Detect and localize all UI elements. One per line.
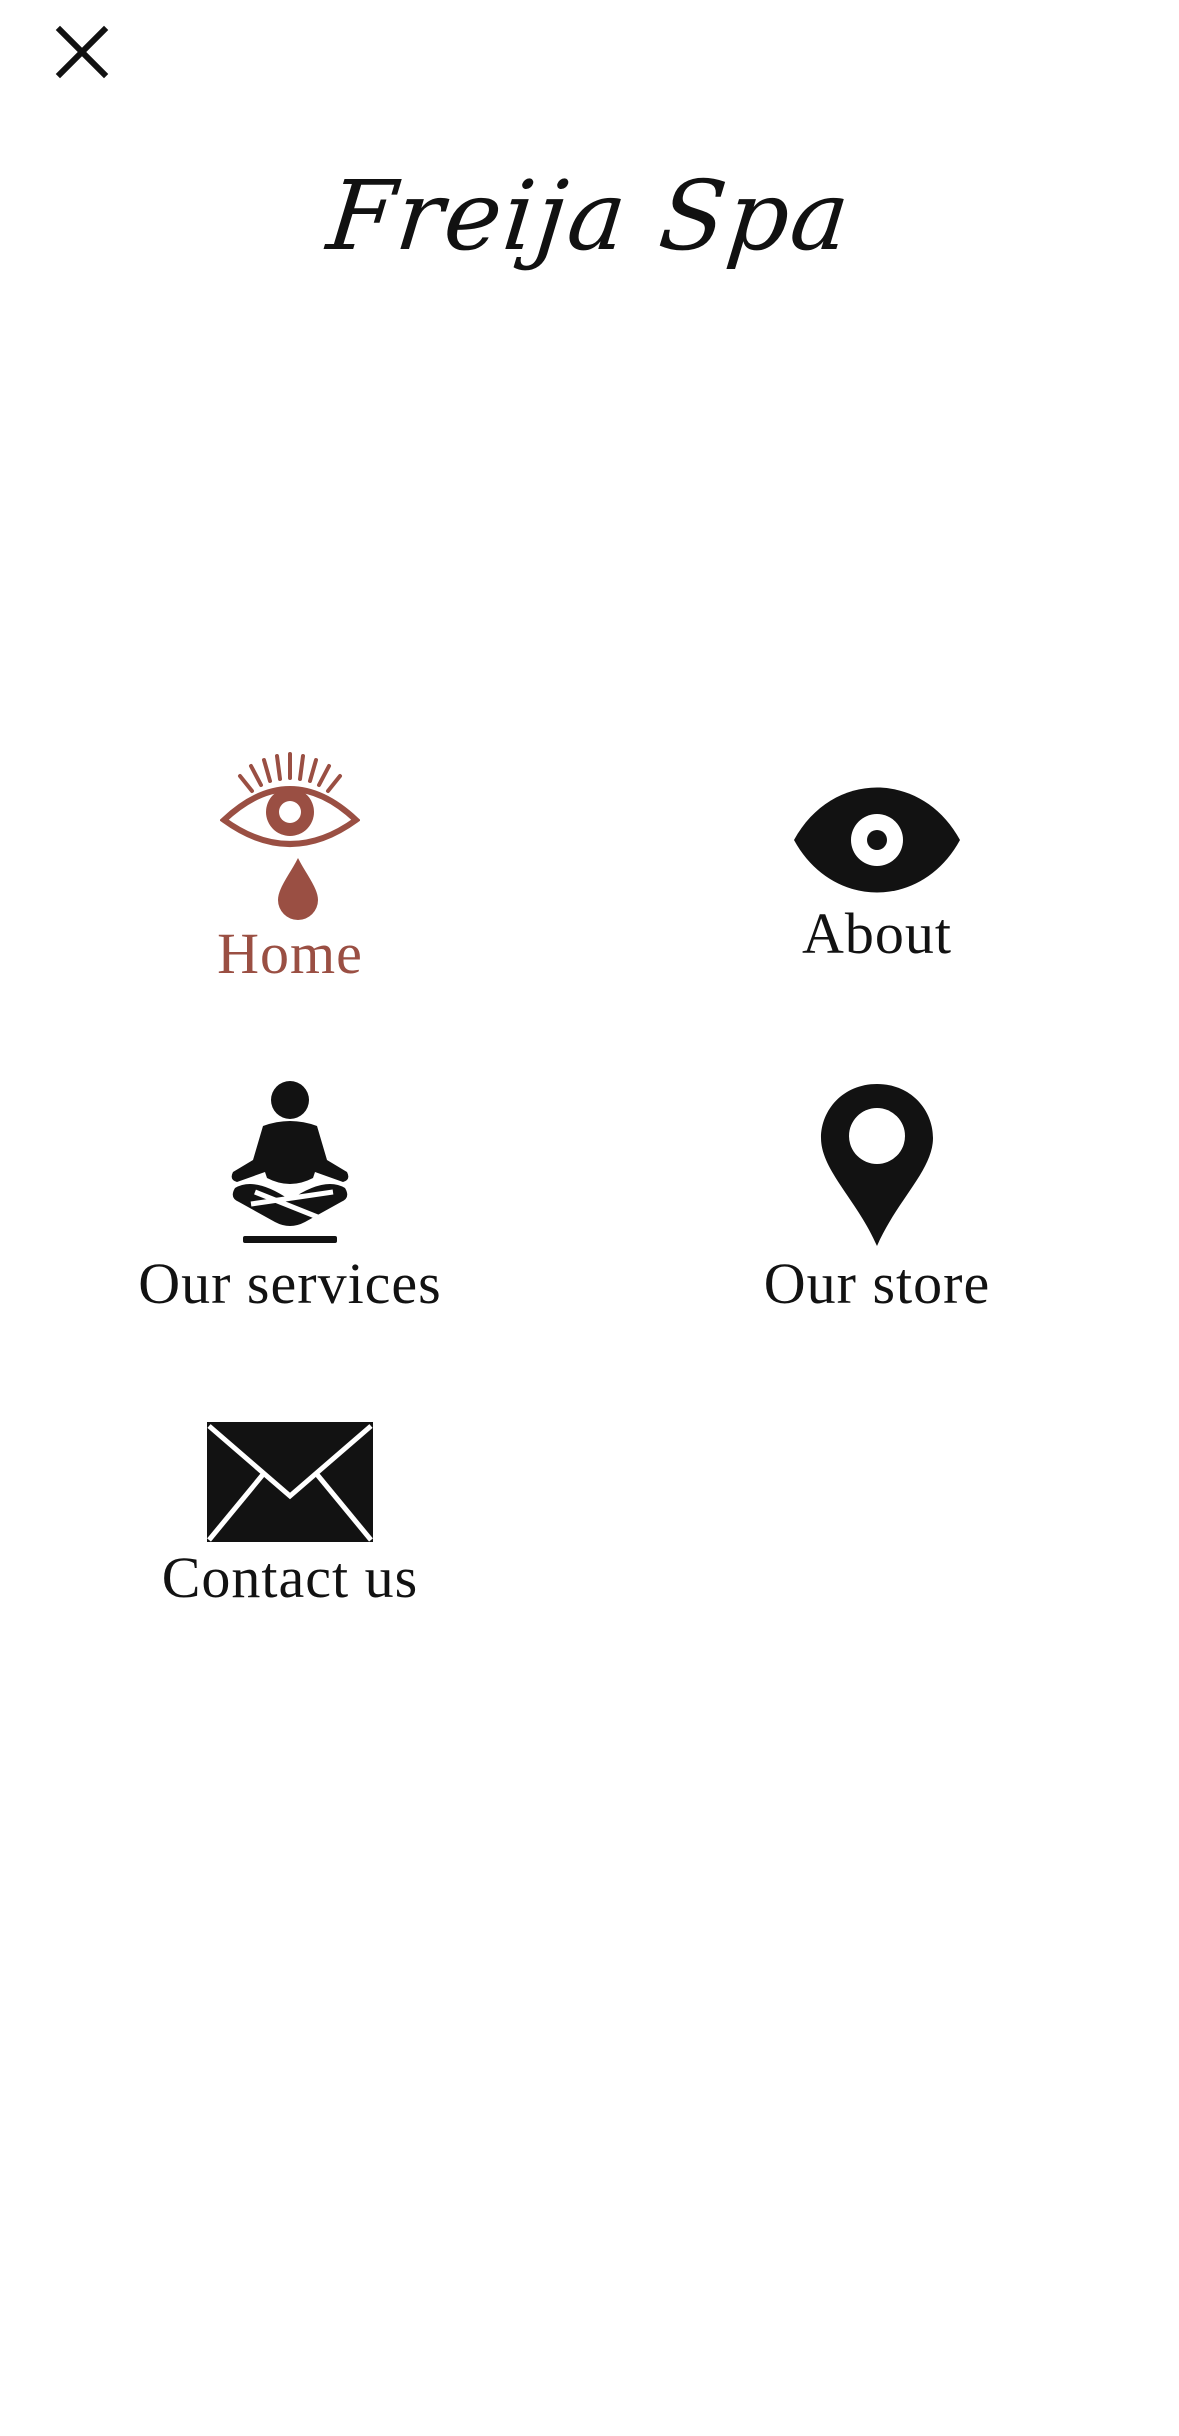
menu-item-home[interactable]: Home bbox=[40, 750, 540, 987]
map-pin-icon bbox=[627, 1080, 1127, 1250]
brand-logo-text: Freija Spa bbox=[322, 160, 857, 272]
menu-label-contact: Contact us bbox=[161, 1545, 419, 1610]
menu-label-services: Our services bbox=[138, 1251, 442, 1316]
menu-label-home: Home bbox=[217, 921, 363, 986]
crying-eye-icon bbox=[40, 750, 540, 920]
menu-label-store: Our store bbox=[763, 1251, 991, 1316]
close-icon bbox=[55, 25, 109, 79]
menu-label-about: About bbox=[802, 901, 952, 966]
envelope-icon bbox=[40, 1420, 540, 1544]
menu-item-contact[interactable]: Contact us bbox=[40, 1420, 540, 1611]
eye-icon bbox=[627, 780, 1127, 900]
close-button[interactable] bbox=[50, 20, 114, 84]
menu-item-store[interactable]: Our store bbox=[627, 1080, 1127, 1317]
meditation-icon bbox=[40, 1080, 540, 1250]
menu-item-about[interactable]: About bbox=[627, 780, 1127, 967]
menu-item-services[interactable]: Our services bbox=[40, 1080, 540, 1317]
